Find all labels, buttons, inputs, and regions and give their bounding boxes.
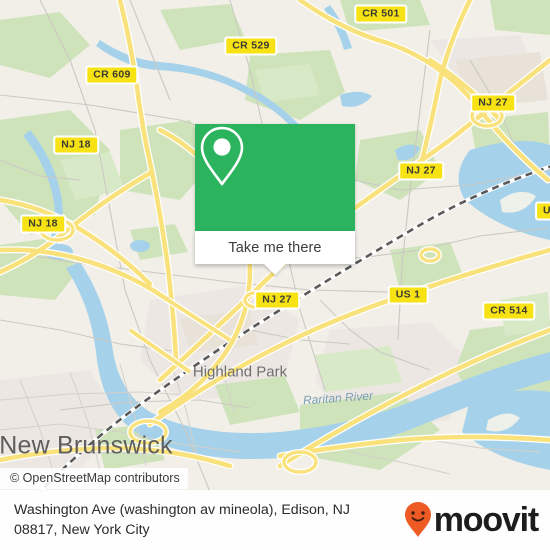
moovit-logo[interactable]: moovit xyxy=(403,501,542,539)
moovit-pin-icon xyxy=(404,502,431,537)
take-me-there-button[interactable]: Take me there xyxy=(195,231,355,275)
road-shield: NJ 18 xyxy=(53,135,99,155)
location-text: Washington Ave (washington av mineola), … xyxy=(14,502,350,538)
road-shield: CR 609 xyxy=(85,65,139,85)
take-me-there-label: Take me there xyxy=(228,239,322,256)
road-shield: NJ 27 xyxy=(398,161,444,181)
osm-attribution[interactable]: © OpenStreetMap contributors xyxy=(0,468,188,489)
popup-pointer xyxy=(264,264,286,275)
road-shield: CR 514 xyxy=(482,301,536,321)
road-shield: U xyxy=(535,201,550,221)
road-shield: CR 501 xyxy=(354,4,408,24)
map-canvas[interactable]: CR 501 CR 529 CR 609 NJ 27 NJ 18 NJ 27 U… xyxy=(0,0,550,492)
footer-bar: Washington Ave (washington av mineola), … xyxy=(0,490,550,550)
road-shield: NJ 18 xyxy=(20,214,66,234)
road-shield: US 1 xyxy=(387,285,429,305)
moovit-wordmark: moovit xyxy=(433,501,539,539)
road-shield: NJ 27 xyxy=(254,290,300,310)
destination-popup[interactable]: Take me there xyxy=(195,124,355,275)
popup-icon-area xyxy=(195,124,355,231)
road-shield: NJ 27 xyxy=(470,93,516,113)
place-label-new-brunswick: New Brunswick xyxy=(0,431,173,460)
place-label-highland-park: Highland Park xyxy=(192,363,288,381)
road-shield: CR 529 xyxy=(224,36,278,56)
map-screenshot: CR 501 CR 529 CR 609 NJ 27 NJ 18 NJ 27 U… xyxy=(0,0,550,550)
map-pin-icon xyxy=(200,126,244,186)
